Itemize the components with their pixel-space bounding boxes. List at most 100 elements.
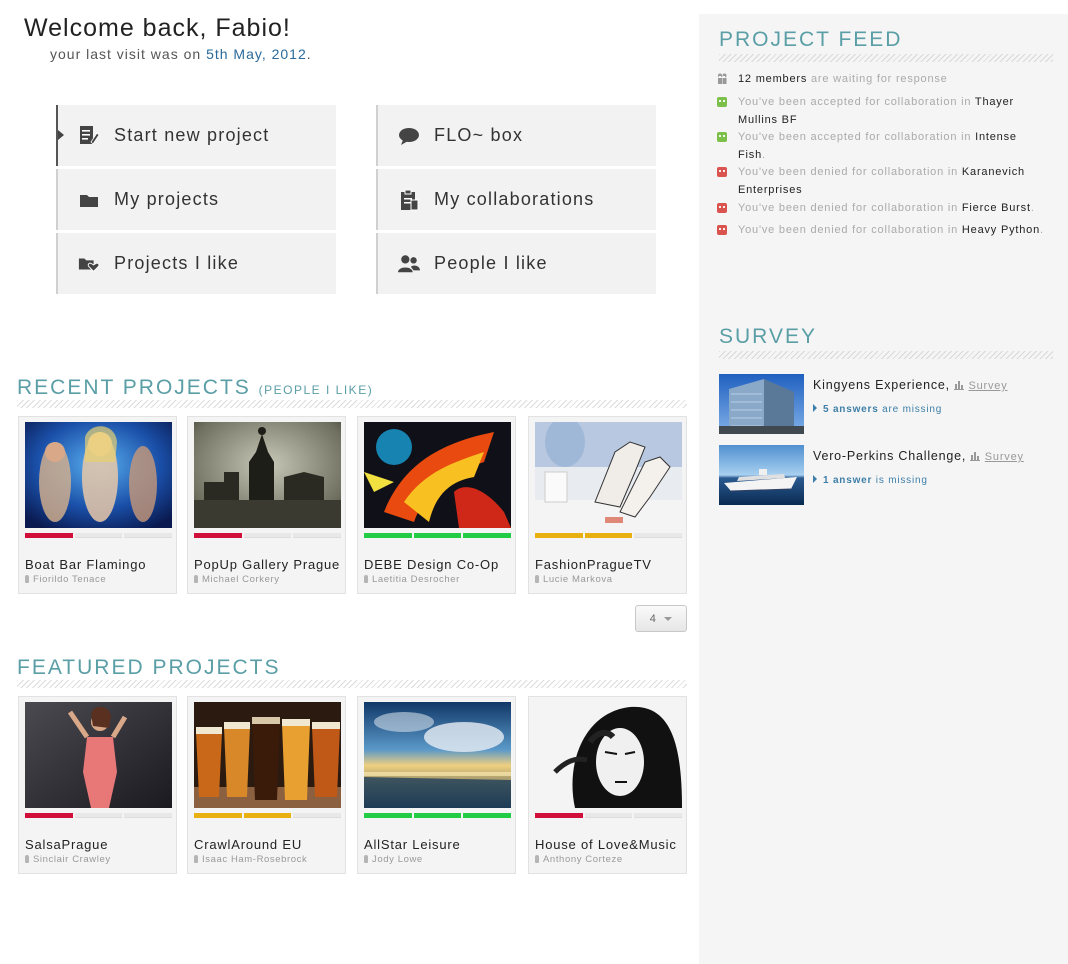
progress-segment: [25, 533, 73, 538]
survey-status: 5 answers are missing: [813, 404, 942, 415]
people-i-like-button[interactable]: People I like: [376, 233, 656, 294]
project-owner-name: Anthony Corteze: [543, 854, 623, 865]
speech-bubble-icon: [398, 125, 420, 147]
welcome-header: Welcome back, Fabio! your last visit was…: [24, 14, 312, 62]
person-icon: [194, 855, 198, 863]
last-visit-date[interactable]: 5th May, 2012: [206, 46, 307, 62]
survey-status: 1 answer is missing: [813, 475, 928, 486]
section-divider: [17, 400, 687, 408]
progress-segment: [463, 813, 512, 818]
progress-bar: [25, 533, 173, 538]
members-status: are waiting for response: [811, 73, 948, 85]
progress-segment: [243, 813, 292, 818]
feed-item-project[interactable]: Fierce Burst: [962, 202, 1031, 214]
progress-segment: [194, 813, 242, 818]
feed-item-text: You've been denied for collaboration in: [738, 202, 959, 214]
project-card[interactable]: DEBE Design Co-Op Laetitia Desrocher: [357, 416, 516, 594]
feed-item: You've been denied for collaboration in …: [717, 222, 1047, 240]
survey-link[interactable]: Survey: [968, 380, 1007, 392]
project-name: CrawlAround EU: [194, 837, 303, 852]
project-owner-name: Sinclair Crawley: [33, 854, 111, 865]
my-collaborations-button[interactable]: My collaborations: [376, 169, 656, 230]
progress-segment: [25, 813, 73, 818]
project-owner: Michael Corkery: [194, 574, 280, 585]
edit-document-icon: [78, 125, 100, 147]
person-icon: [194, 575, 198, 583]
chevron-down-icon: [664, 616, 673, 621]
survey-title: SURVEY: [719, 325, 817, 348]
featured-projects-heading: FEATURED PROJECTS: [17, 656, 281, 679]
project-owner: Jody Lowe: [364, 854, 423, 865]
flo-box-button[interactable]: FLO~ box: [376, 105, 656, 166]
last-visit-suffix: .: [306, 46, 312, 62]
project-owner: Lucie Markova: [535, 574, 613, 585]
progress-segment: [413, 533, 462, 538]
feed-item-text: You've been accepted for collaboration i…: [738, 96, 972, 108]
project-card[interactable]: FashionPragueTV Lucie Markova: [528, 416, 687, 594]
recent-projects-heading: RECENT PROJECTS: [17, 376, 251, 399]
progress-bar: [194, 813, 342, 818]
survey-name-text: Vero-Perkins Challenge,: [813, 449, 967, 463]
survey-answer-count[interactable]: 1 answer: [823, 475, 872, 486]
survey-name: Kingyens Experience, Survey: [813, 378, 1008, 392]
project-card[interactable]: Boat Bar Flamingo Fiorildo Tenace: [18, 416, 177, 594]
page-select[interactable]: 4: [635, 605, 687, 632]
project-thumbnail: [25, 702, 172, 808]
frown-icon: [717, 167, 727, 177]
project-name: DEBE Design Co-Op: [364, 557, 499, 572]
person-icon: [364, 855, 368, 863]
survey-status-text: are missing: [882, 404, 943, 415]
project-card[interactable]: SalsaPrague Sinclair Crawley: [18, 696, 177, 874]
project-owner-name: Fiorildo Tenace: [33, 574, 107, 585]
project-thumbnail: [364, 702, 511, 808]
sidebar: PROJECT FEED 12 members are waiting for …: [699, 14, 1068, 964]
project-card[interactable]: House of Love&Music Anthony Corteze: [528, 696, 687, 874]
feed-item-end: .: [1030, 202, 1035, 214]
progress-segment: [74, 533, 123, 538]
project-thumbnail: [25, 422, 172, 528]
progress-segment: [124, 813, 173, 818]
survey-name: Vero-Perkins Challenge, Survey: [813, 449, 1024, 463]
progress-segment: [124, 533, 173, 538]
project-name: AllStar Leisure: [364, 837, 461, 852]
project-name: PopUp Gallery Prague: [194, 557, 341, 572]
person-icon: [364, 575, 368, 583]
recent-projects-filter[interactable]: (PEOPLE I LIKE): [259, 383, 374, 397]
survey-thumbnail: [719, 445, 804, 505]
section-divider: [17, 680, 687, 688]
people-icon: [717, 73, 727, 84]
survey-item[interactable]: Kingyens Experience, Survey 5 answers ar…: [719, 374, 1049, 436]
projects-i-like-button[interactable]: Projects I like: [56, 233, 336, 294]
welcome-title: Welcome back, Fabio!: [24, 14, 291, 42]
survey-item[interactable]: Vero-Perkins Challenge, Survey 1 answer …: [719, 445, 1049, 507]
progress-segment: [463, 533, 512, 538]
start-new-project-button[interactable]: Start new project: [56, 105, 336, 166]
last-visit: your last visit was on 5th May, 2012.: [50, 46, 312, 62]
project-card[interactable]: CrawlAround EU Isaac Ham-Rosebrock: [187, 696, 346, 874]
progress-segment: [634, 813, 683, 818]
section-divider: [719, 351, 1053, 359]
project-card[interactable]: PopUp Gallery Prague Michael Corkery: [187, 416, 346, 594]
progress-bar: [25, 813, 173, 818]
feed-item-text: You've been accepted for collaboration i…: [738, 131, 972, 143]
survey-link[interactable]: Survey: [985, 451, 1024, 463]
project-name: FashionPragueTV: [535, 557, 652, 572]
smile-icon: [717, 132, 727, 142]
project-owner: Sinclair Crawley: [25, 854, 111, 865]
progress-bar: [364, 813, 512, 818]
progress-segment: [413, 813, 462, 818]
survey-status-text: is missing: [875, 475, 928, 486]
project-card[interactable]: AllStar Leisure Jody Lowe: [357, 696, 516, 874]
project-name: Boat Bar Flamingo: [25, 557, 147, 572]
my-projects-button[interactable]: My projects: [56, 169, 336, 230]
feed-item-project[interactable]: Heavy Python: [962, 224, 1040, 236]
frown-icon: [717, 225, 727, 235]
progress-segment: [535, 533, 583, 538]
members-count[interactable]: 12 members: [738, 73, 807, 85]
feed-item: You've been denied for collaboration in …: [717, 200, 1047, 218]
progress-bar: [535, 533, 683, 538]
page-select-value: 4: [649, 612, 657, 625]
survey-answer-count[interactable]: 5 answers: [823, 404, 879, 415]
progress-segment: [194, 533, 242, 538]
survey-thumbnail: [719, 374, 804, 434]
